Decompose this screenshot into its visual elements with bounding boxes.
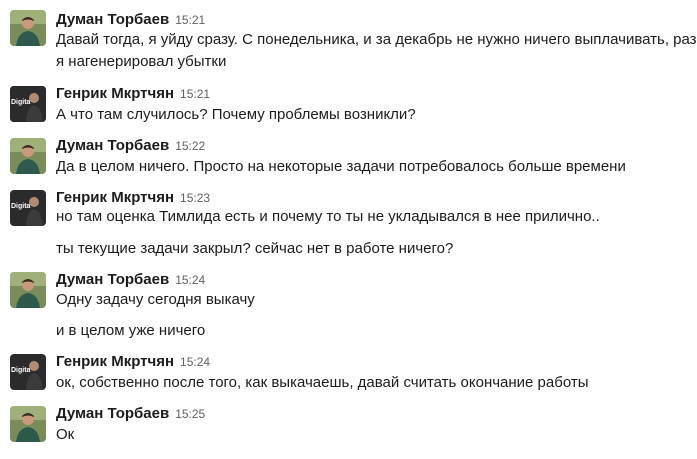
timestamp[interactable]: 15:23 [180,191,210,205]
avatar-genrik-image: Digita [10,190,46,226]
avatar-duman-image [10,10,46,46]
avatar-duman-image [10,406,46,442]
avatar-genrik[interactable]: Digita [10,190,46,226]
message-text: Да в целом ничего. Просто на некоторые з… [56,158,626,175]
timestamp[interactable]: 15:21 [175,13,205,27]
avatar-genrik-image: Digita [10,86,46,122]
author-name[interactable]: Думан Торбаев [56,405,169,422]
message-text: ты текущие задачи закрыл? сейчас нет в р… [56,240,454,257]
message-text: Одну задачу сегодня выкачу [56,291,255,308]
message: Digita Генрик Мкртчян 15:23 но там оценка… [0,188,697,262]
avatar-duman-image [10,138,46,174]
avatar-genrik-image: Digita [10,354,46,390]
avatar-duman-image [10,272,46,308]
avatar-genrik[interactable]: Digita [10,354,46,390]
author-name[interactable]: Генрик Мкртчян [56,353,174,370]
message: Digita Генрик Мкртчян 15:21 А что там слу… [0,84,697,128]
timestamp[interactable]: 15:24 [175,273,205,287]
author-name[interactable]: Думан Торбаев [56,137,169,154]
message-text: я нагенерировал убытки [56,53,227,70]
message-text: Ок [56,426,75,443]
timestamp[interactable]: 15:21 [180,87,210,101]
message: Digita Генрик Мкртчян 15:24 ок, собственн… [0,352,697,396]
avatar-duman[interactable] [10,406,46,442]
message-header: Думан Торбаев 15:22 [56,136,205,156]
message-text: ок, собственно после того, как выкачаешь… [56,374,589,391]
avatar-genrik[interactable]: Digita [10,86,46,122]
message: Думан Торбаев 15:21 Давай тогда, я уйду с… [0,10,697,74]
message-header: Генрик Мкртчян 15:23 [56,188,210,208]
message-header: Думан Торбаев 15:25 [56,404,205,424]
author-name[interactable]: Генрик Мкртчян [56,85,174,102]
avatar-logo-text: Digita [11,99,31,106]
message-header: Думан Торбаев 15:24 [56,270,205,290]
avatar-logo-text: Digita [11,367,31,374]
timestamp[interactable]: 15:24 [180,355,210,369]
message-text: А что там случилось? Почему проблемы воз… [56,106,416,123]
author-name[interactable]: Думан Торбаев [56,11,169,28]
message: Думан Торбаев 15:22 Да в целом ничего. Пр… [0,136,697,180]
author-name[interactable]: Думан Торбаев [56,271,169,288]
message-text: Давай тогда, я уйду сразу. С понедельник… [56,31,697,48]
message-text: и в целом уже ничего [56,322,206,339]
timestamp[interactable]: 15:25 [175,407,205,421]
message-header: Генрик Мкртчян 15:24 [56,352,210,372]
message-text: но там оценка Тимлида есть и почему то т… [56,208,600,225]
avatar-duman[interactable] [10,138,46,174]
author-name[interactable]: Генрик Мкртчян [56,189,174,206]
message: Думан Торбаев 15:25 Ок [0,404,697,452]
avatar-logo-text: Digita [11,203,31,210]
timestamp[interactable]: 15:22 [175,139,205,153]
message-header: Думан Торбаев 15:21 [56,10,205,30]
avatar-duman[interactable] [10,10,46,46]
message-header: Генрик Мкртчян 15:21 [56,84,210,104]
message: Думан Торбаев 15:24 Одну задачу сегодня в… [0,270,697,344]
avatar-duman[interactable] [10,272,46,308]
